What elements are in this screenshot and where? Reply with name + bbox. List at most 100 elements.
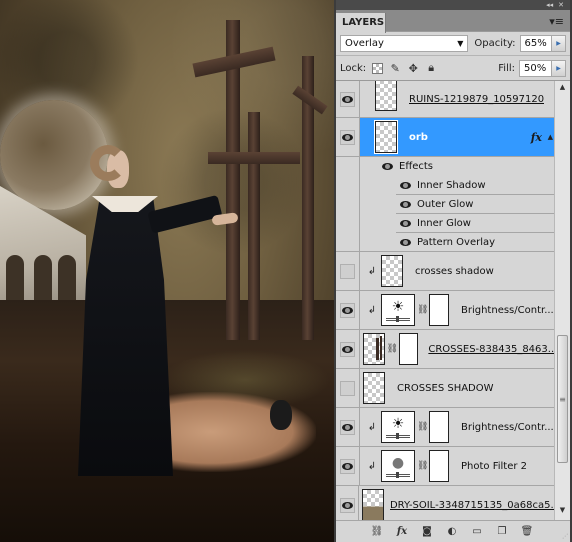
lock-image-pixels-icon[interactable]: ✎ bbox=[388, 61, 402, 75]
visibility-toggle[interactable] bbox=[336, 408, 360, 446]
resize-grip-icon[interactable]: ⋰ bbox=[562, 533, 568, 540]
visibility-toggle[interactable] bbox=[336, 369, 360, 407]
visibility-toggle[interactable] bbox=[336, 291, 360, 329]
layer-name: RUINS-1219879_10597120 bbox=[409, 93, 545, 105]
eye-icon[interactable] bbox=[400, 201, 411, 208]
link-icon[interactable]: ⛓ bbox=[387, 344, 398, 354]
effect-row[interactable]: Outer Glow bbox=[336, 195, 556, 214]
effects-list: Effects Inner Shadow Outer Glow Inner Gl… bbox=[336, 157, 556, 252]
opacity-slider-button[interactable]: ▶ bbox=[552, 35, 566, 52]
layer-name: Brightness/Contr... bbox=[461, 421, 554, 433]
link-icon[interactable]: ⛓ bbox=[417, 305, 428, 315]
collapse-effects-icon[interactable]: ▲ bbox=[548, 133, 553, 141]
new-layer-icon[interactable]: ❐ bbox=[495, 525, 509, 539]
lock-transparent-pixels-icon[interactable] bbox=[370, 61, 384, 75]
visibility-toggle[interactable] bbox=[336, 252, 360, 290]
eye-icon bbox=[342, 423, 353, 431]
effects-label: Effects bbox=[399, 161, 433, 172]
layer-row[interactable]: ⛓ CROSSES-838435_8463... bbox=[336, 330, 556, 369]
cross-middle-beam bbox=[208, 152, 300, 164]
visibility-toggle[interactable] bbox=[336, 81, 360, 117]
fx-icon[interactable]: fx bbox=[531, 131, 542, 144]
layer-row[interactable]: RUINS-1219879_10597120 bbox=[336, 81, 556, 118]
layer-name: orb bbox=[409, 131, 428, 143]
ram-horn bbox=[90, 145, 126, 181]
layer-row[interactable]: ↲ ● ⛓ Photo Filter 2 bbox=[336, 447, 556, 486]
opacity-input[interactable]: 65% bbox=[519, 35, 553, 52]
layer-row-selected[interactable]: orb fx ▲ bbox=[336, 118, 556, 157]
layer-thumbnail bbox=[362, 333, 385, 365]
add-mask-icon[interactable]: ◙ bbox=[420, 525, 434, 539]
effect-name: Outer Glow bbox=[417, 199, 474, 210]
layer-thumbnail bbox=[374, 120, 398, 154]
effect-name: Pattern Overlay bbox=[417, 237, 496, 248]
eye-icon[interactable] bbox=[400, 239, 411, 246]
layer-name: crosses shadow bbox=[415, 265, 494, 277]
cross-middle-post bbox=[248, 112, 260, 340]
brightness-contrast-icon: ☀ bbox=[381, 294, 415, 326]
scroll-up-icon[interactable]: ▲ bbox=[555, 83, 570, 95]
eye-icon[interactable] bbox=[382, 163, 393, 170]
eye-icon bbox=[341, 345, 353, 353]
fx-icon[interactable]: fx bbox=[395, 525, 409, 539]
kneeling-figure bbox=[166, 392, 316, 472]
fill-input[interactable]: 50% bbox=[519, 59, 552, 77]
effect-row[interactable]: Pattern Overlay bbox=[336, 233, 556, 252]
document-canvas[interactable] bbox=[0, 0, 334, 542]
layer-thumbnail bbox=[375, 81, 397, 111]
mask-thumbnail[interactable] bbox=[398, 333, 419, 365]
layer-thumbnail bbox=[363, 372, 385, 404]
effects-header[interactable]: Effects bbox=[336, 157, 556, 176]
gas-mask bbox=[270, 400, 292, 430]
link-icon[interactable]: ⛓ bbox=[417, 422, 428, 432]
lock-all-icon[interactable]: 🔒︎ bbox=[424, 61, 438, 75]
layer-name: CROSSES-838435_8463... bbox=[428, 343, 556, 355]
link-icon[interactable]: ⛓ bbox=[417, 461, 428, 471]
effect-row[interactable]: Inner Shadow bbox=[336, 176, 556, 195]
lock-position-icon[interactable]: ✥ bbox=[406, 61, 420, 75]
layer-row[interactable]: ↲ crosses shadow bbox=[336, 252, 556, 291]
layer-row[interactable]: DRY-SOIL-3348715135_0a68ca5... bbox=[336, 486, 556, 520]
layer-name: CROSSES SHADOW bbox=[397, 382, 494, 394]
delete-layer-icon[interactable]: 🗑︎ bbox=[520, 525, 534, 539]
clipping-arrow-icon: ↲ bbox=[367, 421, 377, 433]
layer-row[interactable]: ↲ ☀ ⛓ Brightness/Contr... bbox=[336, 291, 556, 330]
visibility-toggle[interactable] bbox=[336, 118, 360, 156]
close-panel-icon[interactable]: ✕ bbox=[558, 1, 564, 9]
clipping-arrow-icon: ↲ bbox=[367, 460, 377, 472]
layers-bottom-toolbar: ⛓ fx ◙ ◐ ▭ ❐ 🗑︎ ⋰ bbox=[336, 520, 570, 542]
collapse-panel-icon[interactable]: ◂◂ bbox=[546, 1, 553, 9]
effect-name: Inner Shadow bbox=[417, 180, 486, 191]
eye-icon[interactable] bbox=[400, 182, 411, 189]
effect-row[interactable]: Inner Glow bbox=[336, 214, 556, 233]
visibility-toggle[interactable] bbox=[336, 486, 360, 520]
eye-icon bbox=[342, 133, 353, 141]
lock-label: Lock: bbox=[340, 62, 367, 74]
visibility-toggle[interactable] bbox=[336, 447, 360, 485]
panel-tab-strip: LAYERS ▾≡ bbox=[336, 10, 570, 33]
layer-row[interactable]: CROSSES SHADOW bbox=[336, 369, 556, 408]
layer-name: Photo Filter 2 bbox=[461, 460, 528, 472]
mask-thumbnail[interactable] bbox=[429, 294, 449, 326]
blend-mode-select[interactable]: Overlay ▼ bbox=[340, 35, 469, 52]
mask-thumbnail[interactable] bbox=[429, 411, 449, 443]
layers-panel: ◂◂ ✕ LAYERS ▾≡ Overlay ▼ Opacity: 65% ▶ … bbox=[334, 0, 572, 542]
panel-menu-icon[interactable]: ▾≡ bbox=[549, 15, 564, 28]
link-layers-icon[interactable]: ⛓ bbox=[370, 525, 384, 539]
scroll-thumb[interactable]: ≡ bbox=[557, 335, 568, 463]
mask-thumbnail[interactable] bbox=[429, 450, 449, 482]
new-group-icon[interactable]: ▭ bbox=[470, 525, 484, 539]
fill-label: Fill: bbox=[498, 62, 515, 74]
eye-icon bbox=[341, 501, 353, 509]
scroll-down-icon[interactable]: ▼ bbox=[555, 506, 570, 518]
adjustment-layer-icon[interactable]: ◐ bbox=[445, 525, 459, 539]
layer-row[interactable]: ↲ ☀ ⛓ Brightness/Contr... bbox=[336, 408, 556, 447]
layers-scrollbar[interactable]: ▲ ≡ ▼ bbox=[554, 81, 570, 520]
tab-layers[interactable]: LAYERS bbox=[336, 13, 386, 33]
fill-slider-button[interactable]: ▶ bbox=[552, 59, 566, 77]
eye-icon bbox=[342, 306, 353, 314]
eye-icon bbox=[342, 95, 353, 103]
eye-icon[interactable] bbox=[400, 220, 411, 227]
visibility-toggle[interactable] bbox=[336, 330, 360, 368]
panel-title-strip: ◂◂ ✕ bbox=[336, 0, 570, 10]
